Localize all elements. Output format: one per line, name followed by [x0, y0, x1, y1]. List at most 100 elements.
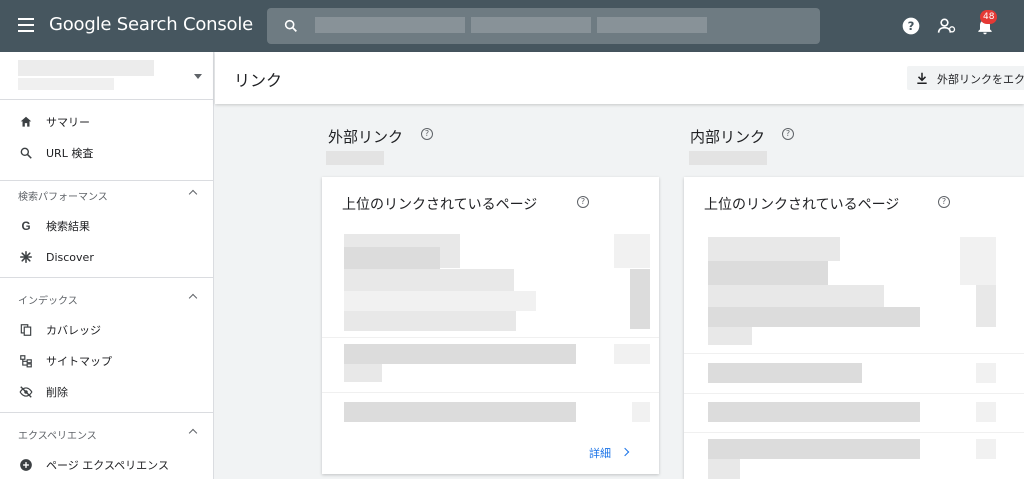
chevron-up-icon: [188, 189, 198, 199]
sidebar: サマリー URL 検査 検索パフォーマンス G 検索結果 Discover イン…: [0, 52, 214, 479]
notification-badge: 48: [980, 10, 998, 24]
row-divider: [684, 353, 1024, 354]
property-name-blur: [18, 60, 154, 76]
sidebar-item-label: 検索結果: [46, 220, 90, 233]
app-title[interactable]: Google Search Console: [49, 14, 253, 35]
link-row-blur: [708, 237, 840, 261]
sidebar-item-page-experience[interactable]: ページ エクスペリエンス: [0, 450, 214, 479]
internal-links-title: 内部リンク: [690, 128, 766, 146]
link-row-value-blur: [976, 363, 996, 383]
sidebar-item-discover[interactable]: Discover: [0, 242, 214, 272]
help-icon[interactable]: ?: [782, 128, 794, 140]
top-linked-pages-card-internal: 上位のリンクされているページ ?: [684, 177, 1024, 479]
section-label: 検索パフォーマンス: [18, 192, 108, 203]
asterisk-icon: [18, 249, 34, 265]
row-divider: [684, 432, 1024, 433]
help-icon[interactable]: ?: [901, 16, 921, 36]
link-row-blur: [344, 364, 382, 382]
manage-users-icon[interactable]: [937, 16, 957, 36]
chevron-up-icon: [188, 293, 198, 303]
card-title: 上位のリンクされているページ: [342, 197, 538, 213]
link-row-blur: [344, 402, 576, 422]
top-linked-pages-card-external: 上位のリンクされているページ ? 詳細: [322, 177, 659, 474]
divider: [0, 412, 214, 413]
search-text-blur: [471, 17, 591, 33]
sidebar-item-removals[interactable]: 削除: [0, 377, 214, 407]
search-text-blur: [315, 17, 465, 33]
total-count-blur: [689, 151, 767, 165]
section-label: エクスペリエンス: [18, 431, 97, 442]
section-experience[interactable]: エクスペリエンス: [0, 422, 214, 446]
property-selector[interactable]: [0, 52, 214, 100]
property-name-blur: [18, 78, 114, 90]
divider: [0, 180, 214, 181]
link-row-value-blur: [960, 237, 996, 285]
link-row-blur: [708, 439, 920, 459]
link-row-blur: [344, 247, 440, 269]
card-title: 上位のリンクされているページ: [704, 197, 900, 213]
help-icon[interactable]: ?: [938, 196, 950, 208]
link-row-value-blur: [614, 344, 650, 364]
link-row-blur: [344, 291, 536, 311]
svg-text:?: ?: [908, 19, 915, 33]
link-row-value-blur: [632, 402, 650, 422]
chevron-right-icon[interactable]: [620, 447, 630, 457]
caret-down-icon: [194, 74, 202, 79]
section-label: インデックス: [18, 296, 78, 307]
divider: [0, 277, 214, 278]
link-row-blur: [344, 269, 514, 291]
link-row-blur: [708, 261, 828, 285]
search-icon[interactable]: [283, 18, 299, 34]
page-header: リンク 外部リンクをエク: [215, 52, 1024, 104]
sidebar-item-summary[interactable]: サマリー: [0, 107, 214, 137]
sidebar-item-url-inspection[interactable]: URL 検査: [0, 138, 214, 168]
sidebar-item-search-results[interactable]: G 検索結果: [0, 211, 214, 241]
link-row-value-blur: [976, 285, 996, 327]
link-row-blur: [708, 285, 884, 307]
link-row-blur: [708, 459, 740, 479]
export-button[interactable]: 外部リンクをエク: [907, 66, 1024, 90]
sitemap-icon: [18, 353, 34, 369]
sidebar-item-label: カバレッジ: [46, 324, 101, 337]
help-icon[interactable]: ?: [577, 196, 589, 208]
link-row-value-blur: [976, 439, 996, 459]
row-divider: [322, 392, 659, 393]
sidebar-item-label: Discover: [46, 250, 94, 264]
details-link[interactable]: 詳細: [589, 445, 611, 461]
download-icon: [917, 72, 927, 85]
menu-icon[interactable]: [18, 18, 34, 32]
eye-off-icon: [18, 384, 34, 400]
link-row-blur: [344, 344, 576, 364]
link-row-value-blur: [976, 402, 996, 422]
search-text-blur: [597, 17, 707, 33]
link-row-value-blur: [630, 269, 650, 329]
link-row-blur: [708, 307, 920, 327]
sidebar-item-coverage[interactable]: カバレッジ: [0, 315, 214, 345]
link-row-blur: [708, 402, 920, 422]
search-icon: [18, 145, 34, 161]
home-icon: [18, 114, 34, 130]
external-links-title: 外部リンク: [328, 128, 404, 146]
sidebar-item-label: サイトマップ: [46, 355, 112, 368]
link-row-value-blur: [614, 234, 650, 268]
row-divider: [322, 337, 659, 338]
top-app-bar: Google Search Console ? 48: [0, 0, 1024, 52]
google-g-icon: G: [18, 218, 34, 234]
link-row-blur: [344, 311, 516, 331]
sidebar-item-sitemaps[interactable]: サイトマップ: [0, 346, 214, 376]
chevron-up-icon: [188, 428, 198, 438]
copy-icon: [18, 322, 34, 338]
page-title: リンク: [234, 71, 283, 90]
sidebar-item-label: ページ エクスペリエンス: [46, 459, 169, 472]
sidebar-item-label: サマリー: [46, 116, 90, 129]
search-box[interactable]: [267, 8, 820, 44]
section-search-performance[interactable]: 検索パフォーマンス: [0, 183, 214, 207]
help-icon[interactable]: ?: [421, 128, 433, 140]
total-count-blur: [326, 151, 384, 165]
link-row-blur: [708, 363, 862, 383]
section-index[interactable]: インデックス: [0, 287, 214, 311]
add-circle-icon: [18, 457, 34, 473]
link-row-blur: [708, 327, 752, 345]
row-divider: [684, 393, 1024, 394]
sidebar-item-label: URL 検査: [46, 147, 94, 160]
